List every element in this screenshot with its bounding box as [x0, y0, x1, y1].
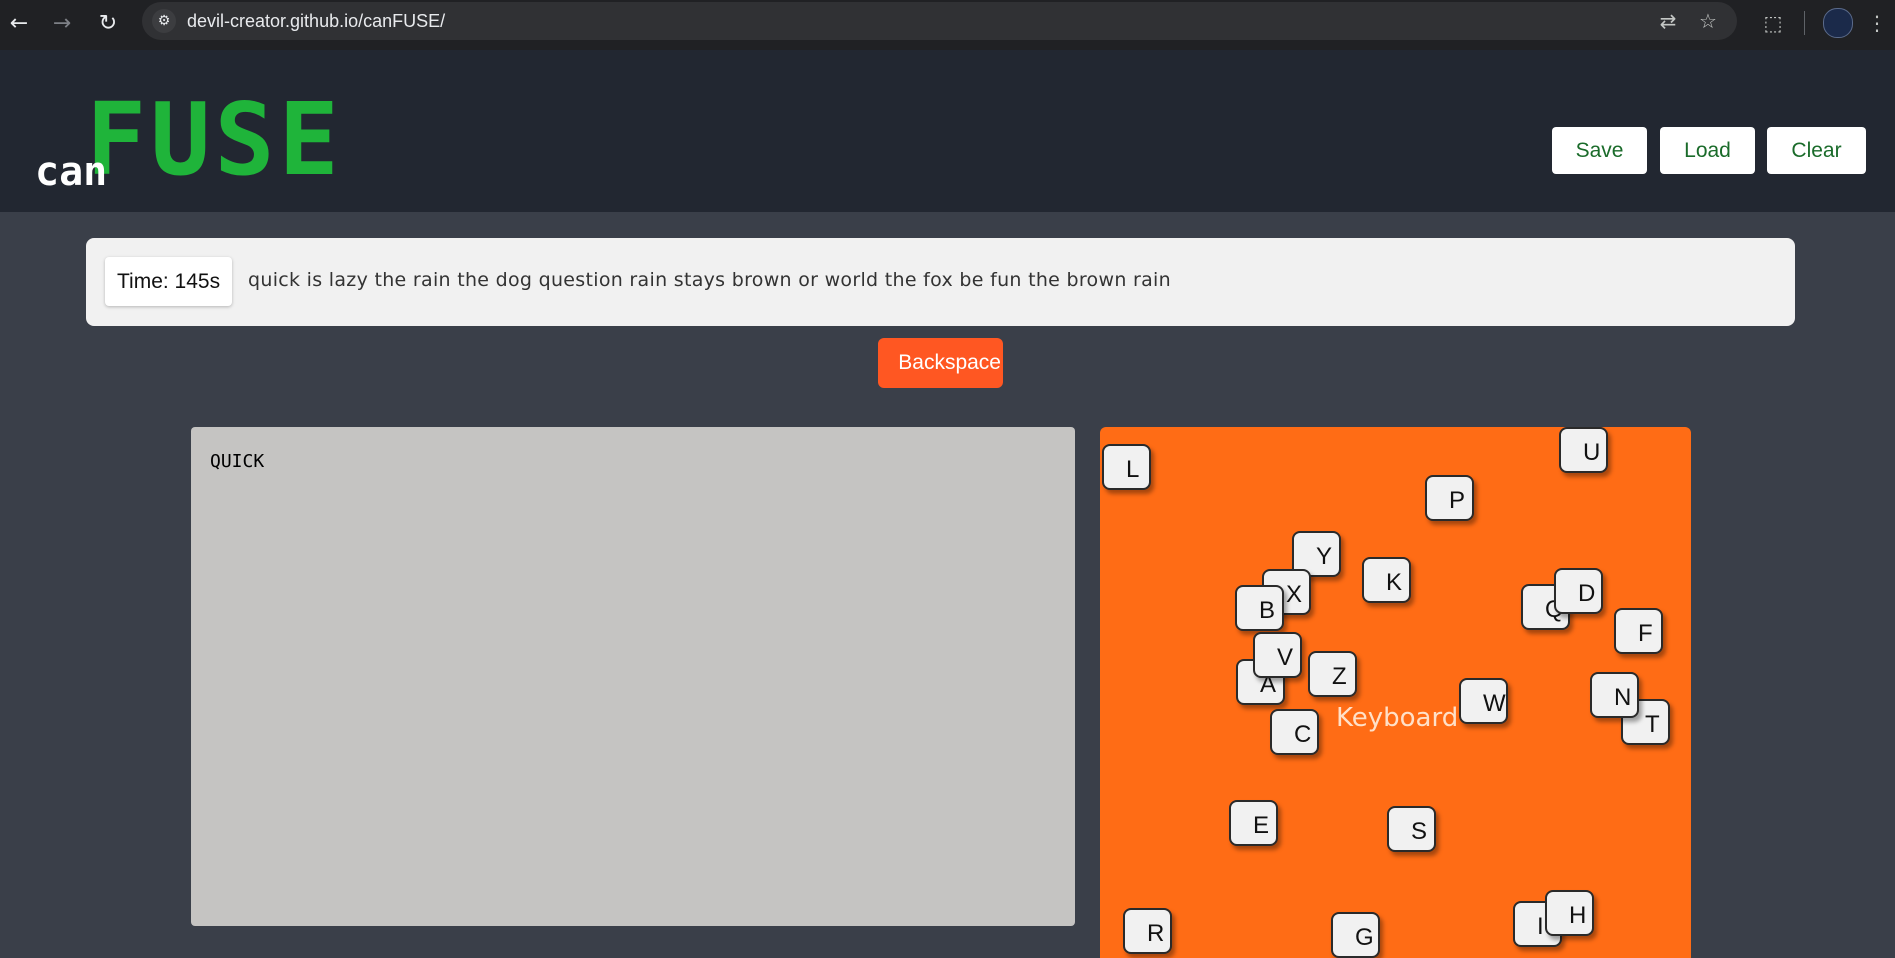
back-arrow-icon[interactable]: ← — [3, 8, 35, 40]
key-d[interactable]: D — [1554, 568, 1603, 614]
sentence-panel: Time: 145s quick is lazy the rain the do… — [86, 238, 1795, 326]
key-e[interactable]: E — [1229, 800, 1278, 846]
toolbar-divider — [1804, 11, 1805, 35]
key-u[interactable]: U — [1559, 427, 1608, 473]
url-text[interactable]: devil-creator.github.io/canFUSE/ — [187, 11, 445, 32]
forward-arrow-icon[interactable]: → — [46, 8, 78, 40]
key-l[interactable]: L — [1102, 444, 1151, 490]
clear-button[interactable]: Clear — [1767, 127, 1866, 174]
kebab-menu-icon[interactable]: ⋮ — [1862, 8, 1892, 38]
key-n[interactable]: N — [1590, 672, 1639, 718]
target-sentence: quick is lazy the rain the dog question … — [248, 269, 1171, 291]
typed-text: QUICK — [210, 451, 265, 472]
key-h[interactable]: H — [1545, 890, 1594, 936]
key-z[interactable]: Z — [1308, 651, 1357, 697]
load-button[interactable]: Load — [1660, 127, 1755, 174]
scrambled-keyboard: Keyboard L U P Y K X B Q D F A V Z T N W… — [1100, 427, 1691, 958]
browser-toolbar: ← → ↻ ⚙ devil-creator.github.io/canFUSE/… — [0, 0, 1895, 50]
key-r[interactable]: R — [1123, 908, 1172, 954]
puzzle-icon[interactable]: ⬚ — [1758, 8, 1788, 38]
key-s[interactable]: S — [1387, 806, 1436, 852]
timer-badge: Time: 145s — [105, 257, 233, 306]
keyboard-label: Keyboard — [1336, 703, 1459, 733]
key-p[interactable]: P — [1425, 475, 1474, 521]
address-bar[interactable]: ⚙ devil-creator.github.io/canFUSE/ ⇄ ☆ — [142, 2, 1737, 40]
app-header: FUSE can Save Load Clear — [0, 50, 1895, 212]
star-icon[interactable]: ☆ — [1695, 8, 1721, 34]
key-g[interactable]: G — [1331, 912, 1380, 958]
key-v[interactable]: V — [1253, 632, 1302, 678]
logo-can: can — [35, 149, 108, 195]
key-f[interactable]: F — [1614, 608, 1663, 654]
key-w[interactable]: W — [1459, 678, 1508, 724]
key-b[interactable]: B — [1235, 585, 1284, 631]
translate-icon[interactable]: ⇄ — [1655, 8, 1681, 34]
logo-fuse: FUSE — [86, 81, 343, 198]
backspace-button[interactable]: Backspace — [878, 338, 1003, 388]
key-k[interactable]: K — [1362, 557, 1411, 603]
typed-output-area: QUICK — [191, 427, 1075, 926]
key-c[interactable]: C — [1270, 709, 1319, 755]
profile-avatar[interactable] — [1823, 8, 1853, 38]
save-button[interactable]: Save — [1552, 127, 1647, 174]
site-info-icon[interactable]: ⚙ — [152, 9, 176, 33]
reload-icon[interactable]: ↻ — [92, 8, 124, 40]
